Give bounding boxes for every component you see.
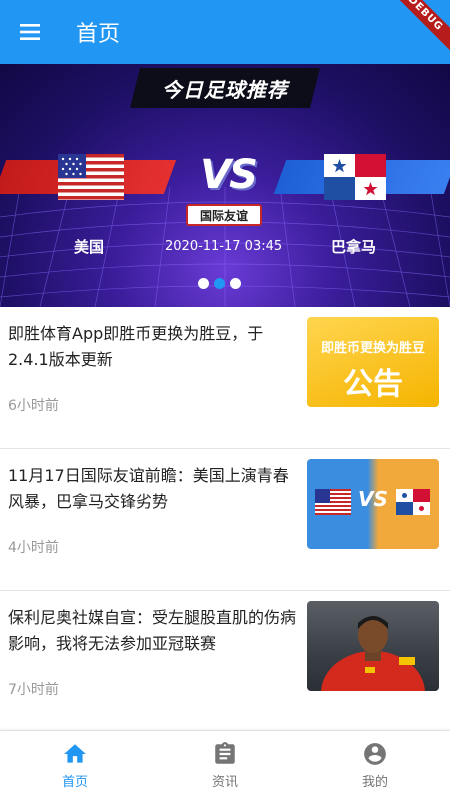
debug-banner: DEBUG (380, 0, 450, 59)
news-time: 7小时前 (8, 682, 59, 698)
player-photo-icon (321, 616, 425, 691)
news-time: 4小时前 (8, 540, 59, 556)
news-item[interactable]: 11月17日国际友谊前瞻：美国上演青春风暴，巴拿马交锋劣势 4小时前 VS (0, 449, 450, 591)
carousel-dot[interactable] (198, 278, 209, 289)
account-icon (364, 743, 386, 765)
news-thumbnail: VS (307, 459, 439, 549)
news-title: 即胜体育App即胜币更换为胜豆，于2.4.1版本更新 (8, 324, 264, 369)
clipboard-icon (215, 742, 235, 764)
news-title: 11月17日国际友谊前瞻：美国上演青春风暴，巴拿马交锋劣势 (8, 466, 289, 511)
away-team-name: 巴拿马 (331, 238, 377, 256)
menu-icon (20, 24, 40, 40)
usa-flag-icon (315, 489, 351, 515)
bottom-navigation: 首页 资讯 我的 (0, 730, 450, 800)
match-time: 2020-11-17 03:45 (165, 239, 283, 254)
carousel-dot[interactable] (230, 278, 241, 289)
thumbnail-caption: 即胜币更换为胜豆 (320, 341, 425, 356)
news-time: 6小时前 (8, 398, 59, 414)
nav-profile[interactable]: 我的 (300, 731, 450, 800)
app-bar: 首页 DEBUG (0, 0, 450, 64)
news-title: 保利尼奥社媒自宣：受左腿股直肌的伤病影响，我将无法参加亚冠联赛 (8, 608, 297, 653)
nav-news[interactable]: 资讯 (150, 731, 300, 800)
home-team-name: 美国 (74, 238, 105, 256)
usa-flag-icon (58, 154, 124, 200)
banner-heading: 今日足球推荐 (130, 68, 320, 108)
nav-profile-label: 我的 (361, 775, 388, 790)
match-banner[interactable]: 今日足球推荐 VS 国际友谊 美国 2020-11-17 03:45 巴拿马 (0, 64, 450, 307)
vs-text: VS (200, 152, 258, 198)
carousel-dot-active[interactable] (214, 278, 225, 289)
thumbnail-vs: VS (358, 487, 388, 511)
menu-button[interactable] (0, 0, 60, 64)
panama-flag-icon (324, 154, 386, 200)
page-title: 首页 (76, 22, 121, 47)
news-thumbnail: 即胜币更换为胜豆 公告 (307, 317, 439, 407)
banner-heading-text: 今日足球推荐 (162, 77, 288, 102)
news-thumbnail-photo (307, 601, 439, 691)
news-list: 即胜体育App即胜币更换为胜豆，于2.4.1版本更新 6小时前 即胜币更换为胜豆… (0, 307, 450, 733)
nav-home-label: 首页 (61, 775, 88, 790)
home-icon (64, 744, 86, 763)
nav-home[interactable]: 首页 (0, 731, 150, 800)
news-item[interactable]: 保利尼奥社媒自宣：受左腿股直肌的伤病影响，我将无法参加亚冠联赛 7小时前 (0, 591, 450, 733)
thumbnail-heading: 公告 (343, 367, 403, 402)
match-type-badge: 国际友谊 (186, 204, 262, 226)
vs-emblem: VS (170, 150, 286, 200)
carousel-indicator (198, 278, 241, 289)
nav-news-label: 资讯 (211, 775, 238, 790)
news-item[interactable]: 即胜体育App即胜币更换为胜豆，于2.4.1版本更新 6小时前 即胜币更换为胜豆… (0, 307, 450, 449)
panama-flag-icon (396, 489, 430, 515)
